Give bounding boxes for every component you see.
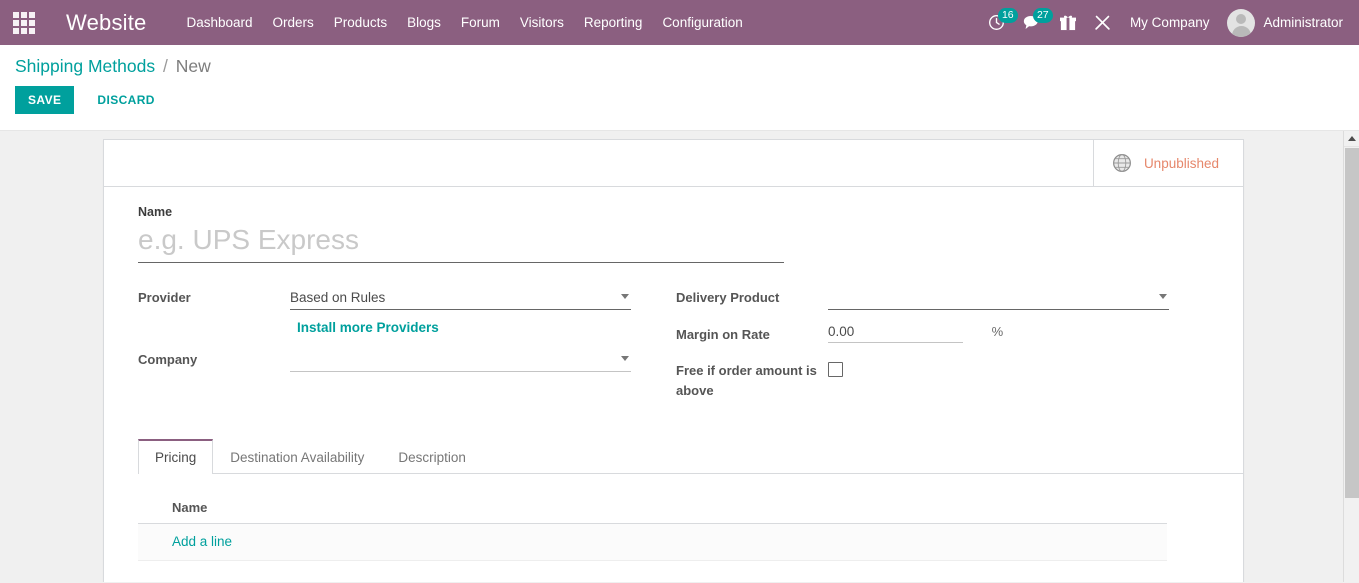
publish-toggle[interactable]: Unpublished: [1093, 140, 1243, 186]
main-menu: Dashboard Orders Products Blogs Forum Vi…: [176, 0, 752, 45]
tools-icon: [1094, 14, 1111, 31]
pricing-table-header: Name: [138, 500, 1167, 524]
form-view-container: Unpublished Name Provider: [0, 131, 1359, 582]
top-navbar: Website Dashboard Orders Products Blogs …: [0, 0, 1359, 45]
percent-unit-label: %: [992, 324, 1004, 339]
menu-item-visitors[interactable]: Visitors: [510, 0, 574, 45]
user-name-label: Administrator: [1263, 15, 1343, 30]
menu-item-blogs[interactable]: Blogs: [397, 0, 451, 45]
gift-icon: [1060, 14, 1076, 31]
form-columns: Provider Based on Rules Install more Pro…: [138, 285, 1209, 413]
chevron-up-icon: [1348, 136, 1356, 141]
tab-destination-availability[interactable]: Destination Availability: [213, 439, 381, 474]
chevron-down-icon: [1159, 294, 1167, 299]
menu-item-forum[interactable]: Forum: [451, 0, 510, 45]
tab-description[interactable]: Description: [381, 439, 483, 474]
discard-button[interactable]: DISCARD: [84, 86, 167, 114]
company-row: Company: [138, 347, 646, 372]
breadcrumb-shipping-methods[interactable]: Shipping Methods: [15, 56, 155, 76]
form-column-left: Provider Based on Rules Install more Pro…: [138, 285, 646, 413]
chevron-down-icon: [621, 294, 629, 299]
pricing-rules-table: Name Add a line: [138, 500, 1167, 561]
tab-pricing[interactable]: Pricing: [138, 439, 213, 474]
messages-count-badge: 27: [1033, 8, 1053, 23]
free-if-above-label: Free if order amount is above: [676, 358, 828, 401]
company-label: Company: [138, 347, 290, 370]
margin-on-rate-label: Margin on Rate: [676, 322, 828, 345]
menu-item-dashboard[interactable]: Dashboard: [176, 0, 262, 45]
install-more-providers-link[interactable]: Install more Providers: [297, 320, 439, 335]
sheet-body: Name Provider Based on Rules: [104, 187, 1243, 413]
company-field: [290, 347, 646, 372]
name-field-label: Name: [138, 205, 1209, 219]
app-brand-website[interactable]: Website: [66, 10, 146, 36]
avatar: [1227, 9, 1255, 37]
breadcrumb-current: New: [176, 56, 211, 76]
form-column-right: Delivery Product Margin on Rate: [676, 285, 1184, 413]
margin-on-rate-input[interactable]: [828, 322, 963, 343]
margin-on-rate-row: Margin on Rate %: [676, 322, 1184, 346]
activity-menu-button[interactable]: 16: [979, 0, 1014, 45]
provider-field: Based on Rules Install more Providers: [290, 285, 646, 335]
provider-row: Provider Based on Rules Install more Pro…: [138, 285, 646, 335]
control-panel: Shipping Methods / New SAVE DISCARD: [0, 45, 1359, 131]
developer-tools-button[interactable]: [1085, 0, 1120, 45]
company-select[interactable]: [290, 347, 631, 372]
sheet-background: Unpublished Name Provider: [0, 131, 1359, 582]
delivery-product-field: [828, 285, 1184, 310]
menu-item-orders[interactable]: Orders: [263, 0, 324, 45]
publish-status-label: Unpublished: [1144, 156, 1219, 171]
breadcrumb-separator: /: [163, 56, 168, 76]
name-input[interactable]: [138, 222, 784, 263]
add-line-row[interactable]: Add a line: [138, 524, 1167, 561]
free-if-above-row: Free if order amount is above: [676, 358, 1184, 401]
navbar-right-systray: 16 27 My Company: [979, 0, 1359, 45]
free-if-above-field: [828, 358, 1184, 380]
user-menu[interactable]: Administrator: [1219, 0, 1349, 45]
notebook-tabs: Pricing Destination Availability Descrip…: [138, 439, 1243, 474]
delivery-product-label: Delivery Product: [676, 285, 828, 308]
column-header-name: Name: [172, 500, 207, 515]
globe-icon: [1112, 153, 1132, 173]
delivery-product-select[interactable]: [828, 285, 1169, 310]
sheet-header: Unpublished: [104, 140, 1243, 187]
scrollbar-thumb[interactable]: [1345, 148, 1359, 498]
scroll-up-button[interactable]: [1344, 131, 1359, 147]
notebook: Pricing Destination Availability Descrip…: [104, 439, 1243, 561]
delivery-product-row: Delivery Product: [676, 285, 1184, 310]
provider-select[interactable]: Based on Rules: [290, 285, 631, 310]
gift-menu-button[interactable]: [1051, 0, 1085, 45]
messaging-menu-button[interactable]: 27: [1014, 0, 1051, 45]
save-button[interactable]: SAVE: [15, 86, 74, 114]
vertical-scrollbar[interactable]: [1343, 131, 1359, 582]
name-field-group: Name: [138, 205, 1209, 263]
free-if-above-checkbox[interactable]: [828, 362, 843, 377]
company-switcher[interactable]: My Company: [1120, 0, 1220, 45]
breadcrumb: Shipping Methods / New: [0, 54, 1359, 78]
menu-item-products[interactable]: Products: [324, 0, 397, 45]
add-a-line-link[interactable]: Add a line: [172, 534, 232, 549]
control-panel-buttons: SAVE DISCARD: [0, 86, 1359, 114]
menu-item-reporting[interactable]: Reporting: [574, 0, 653, 45]
provider-value: Based on Rules: [290, 290, 631, 305]
margin-on-rate-field: %: [828, 322, 1184, 343]
chevron-down-icon: [621, 356, 629, 361]
provider-label: Provider: [138, 285, 290, 308]
apps-menu-icon[interactable]: [11, 10, 37, 36]
form-sheet: Unpublished Name Provider: [103, 139, 1244, 582]
notebook-page-pricing: Name Add a line: [104, 500, 1243, 561]
menu-item-configuration[interactable]: Configuration: [652, 0, 752, 45]
